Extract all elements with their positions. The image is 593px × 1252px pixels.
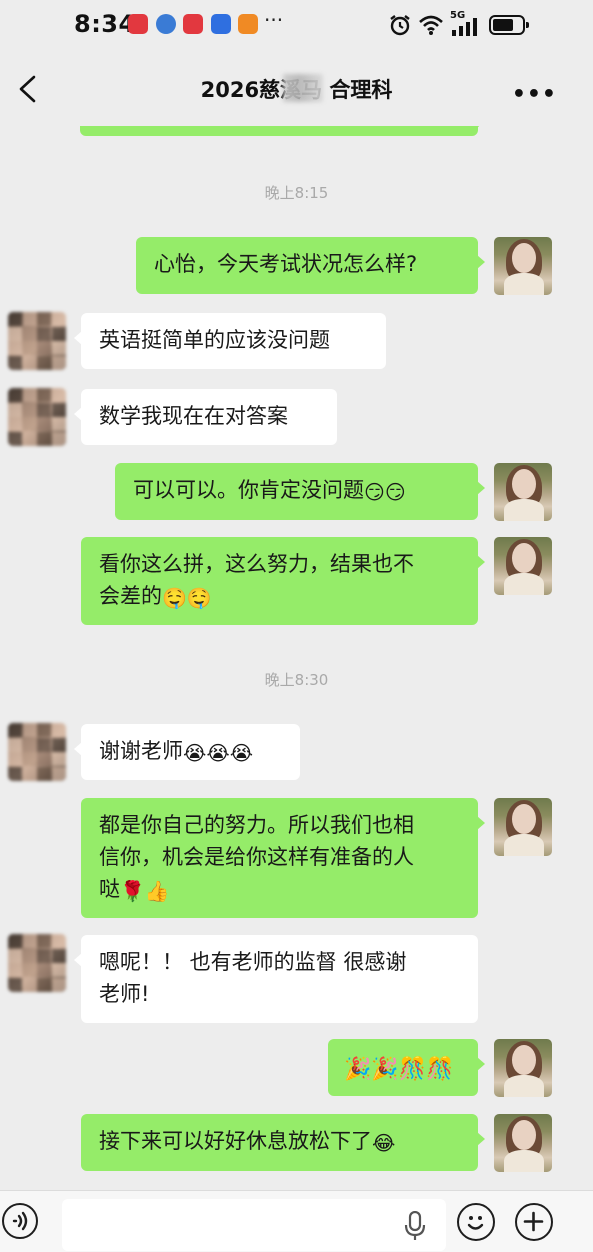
message-input[interactable] (62, 1199, 446, 1251)
student-avatar[interactable] (8, 388, 66, 446)
drooling-emoji: 🤤🤤 (162, 586, 212, 610)
student-avatar[interactable] (8, 934, 66, 992)
notification-app-icon (238, 14, 258, 34)
message-bubble-incoming[interactable]: 嗯呢！！ 也有老师的监督 很感谢 老师! (74, 935, 478, 1023)
message-text: 谢谢老师 (99, 739, 183, 763)
signal-icon (452, 18, 477, 36)
emoji-icon[interactable] (457, 1203, 495, 1241)
message-text: 老师! (99, 982, 150, 1006)
rose-thumbs-up-emoji: 🌹👍 (120, 879, 170, 903)
message-bubble-outgoing[interactable]: 🎉🎉🎊🎊 (328, 1039, 485, 1096)
wifi-icon (419, 15, 443, 35)
student-avatar[interactable] (8, 312, 66, 370)
teacher-avatar[interactable] (494, 798, 552, 856)
message-bubble-outgoing[interactable]: 可以可以。你肯定没问题😏😏 (115, 463, 485, 520)
message-bubble-incoming[interactable]: 英语挺简单的应该没问题 (74, 313, 386, 369)
notification-app-icon (128, 14, 148, 34)
input-bar (0, 1190, 593, 1252)
message-text: 会差的 (99, 584, 162, 608)
message-text: 哒 (99, 877, 120, 901)
message-bubble-outgoing[interactable]: 接下来可以好好休息放松下了😂 (81, 1114, 485, 1171)
voice-icon[interactable] (2, 1203, 38, 1239)
notification-app-icon (211, 14, 231, 34)
party-emoji: 🎉🎉🎊🎊 (344, 1057, 454, 1082)
message-bubble-incoming[interactable]: 数学我现在在对答案 (74, 389, 337, 445)
message-text: 英语挺简单的应该没问题 (99, 328, 330, 352)
more-notifications-indicator: ··· (264, 8, 284, 32)
status-time: 8:34 (74, 10, 136, 38)
message-text: 都是你自己的努力。所以我们也相 (99, 813, 414, 837)
status-bar: 8:34 ··· 5G (0, 0, 593, 52)
message-bubble-partial[interactable] (80, 126, 485, 136)
teacher-avatar[interactable] (494, 537, 552, 595)
message-bubble-outgoing[interactable]: 都是你自己的努力。所以我们也相 信你，机会是给你这样有准备的人 哒🌹👍 (81, 798, 485, 918)
title-redaction-blur (283, 74, 323, 102)
message-bubble-incoming[interactable]: 谢谢老师😭😭😭 (74, 724, 300, 780)
message-text: 看你这么拼，这么努力，结果也不 (99, 552, 414, 576)
chat-screen: 8:34 ··· 5G 2026慈溪马 合理科 ••• 晚上8:15 心怡，今天… (0, 0, 593, 1252)
battery-level (493, 19, 513, 31)
message-bubble-outgoing[interactable]: 看你这么拼，这么努力，结果也不 会差的🤤🤤 (81, 537, 485, 625)
message-text: 心怡，今天考试状况怎么样? (154, 252, 418, 276)
plus-icon[interactable] (515, 1203, 553, 1241)
message-timestamp: 晚上8:15 (264, 184, 329, 202)
student-avatar[interactable] (8, 723, 66, 781)
laughing-emoji: 😂 (372, 1131, 396, 1155)
message-text: 可以可以。你肯定没问题 (133, 478, 364, 502)
message-text: 数学我现在在对答案 (99, 404, 288, 428)
battery-icon (489, 15, 529, 35)
teacher-avatar[interactable] (494, 1039, 552, 1097)
smirk-emoji: 😏😏 (364, 480, 406, 504)
message-list[interactable]: 晚上8:15 心怡，今天考试状况怎么样? 英语挺简单的应该没问题 数学我现在在对… (0, 126, 593, 1190)
alarm-icon (390, 15, 410, 36)
teacher-avatar[interactable] (494, 463, 552, 521)
teacher-avatar[interactable] (494, 237, 552, 295)
message-text: 信你，机会是给你这样有准备的人 (99, 845, 414, 869)
message-bubble-outgoing[interactable]: 心怡，今天考试状况怎么样? (136, 237, 485, 294)
more-horizontal-icon[interactable]: ••• (512, 82, 557, 107)
message-text: 嗯呢！！ 也有老师的监督 很感谢 (99, 950, 407, 974)
crying-emoji: 😭😭😭 (183, 741, 254, 765)
notification-app-icon (183, 14, 203, 34)
microphone-icon[interactable] (404, 1211, 426, 1241)
message-timestamp: 晚上8:30 (264, 671, 329, 689)
teacher-avatar[interactable] (494, 1114, 552, 1172)
message-text: 接下来可以好好休息放松下了 (99, 1129, 372, 1153)
notification-app-icon (156, 14, 176, 34)
